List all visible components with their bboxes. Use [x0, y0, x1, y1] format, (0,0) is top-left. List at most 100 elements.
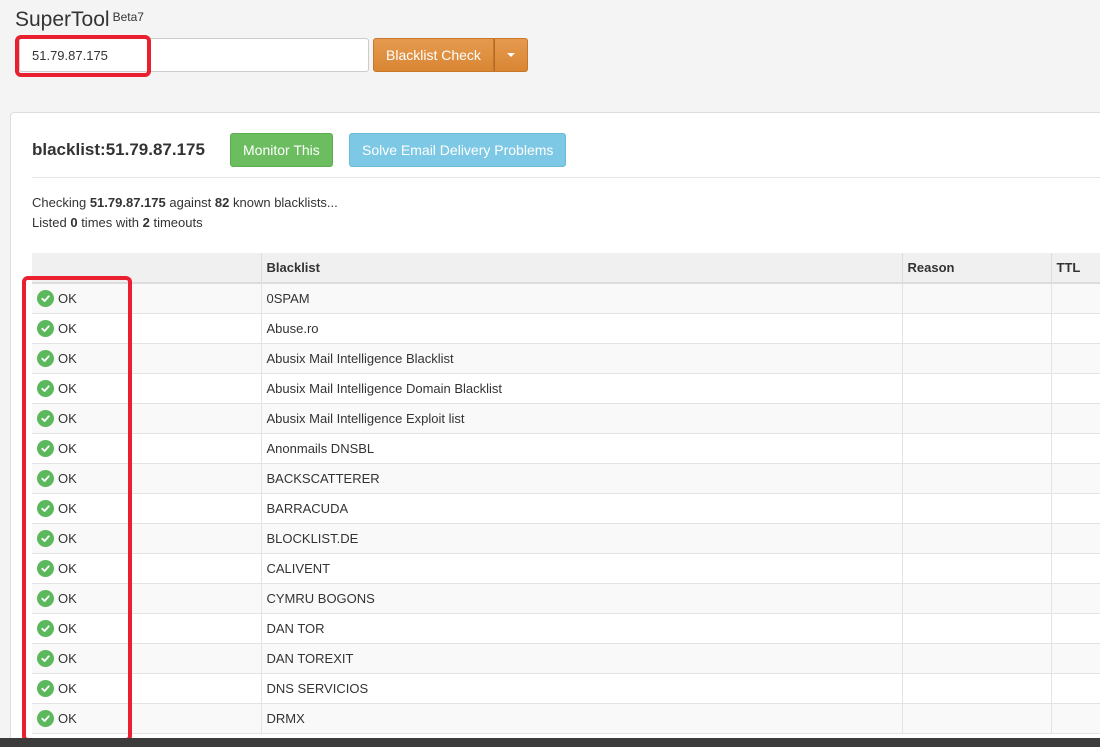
blacklist-name-cell: DNS SERVICIOS	[260, 673, 902, 704]
check-circle-icon	[37, 709, 54, 727]
reason-cell	[901, 463, 1051, 494]
check-circle-icon	[37, 529, 54, 547]
reason-cell	[901, 493, 1051, 524]
blacklist-table: Blacklist Reason TTL OK 0SPAM OK Abuse.ro OK…	[32, 253, 1100, 734]
reason-cell	[901, 613, 1051, 644]
status-text: OK	[58, 620, 77, 636]
ttl-cell	[1050, 613, 1100, 644]
status-text: OK	[58, 590, 77, 606]
listed-prefix: Listed	[32, 215, 67, 230]
status-cell: OK	[32, 583, 261, 614]
check-circle-icon	[37, 319, 54, 337]
times-with-text: times with	[81, 215, 139, 230]
blacklist-name-cell: CYMRU BOGONS	[260, 583, 902, 614]
dropdown-toggle-button[interactable]	[493, 38, 528, 72]
table-row: OK Abusix Mail Intelligence Blacklist	[32, 343, 1100, 374]
blacklist-name-cell: Abuse.ro	[260, 313, 902, 344]
check-circle-icon	[37, 349, 54, 367]
solve-email-delivery-button[interactable]: Solve Email Delivery Problems	[349, 133, 567, 167]
search-box[interactable]	[19, 38, 369, 72]
listed-summary: Listed 0 times with 2 timeouts	[32, 215, 203, 230]
blacklist-name-cell: BARRACUDA	[260, 493, 902, 524]
table-row: OK Abusix Mail Intelligence Domain Blackl…	[32, 373, 1100, 404]
table-row: OK DAN TOR	[32, 613, 1100, 644]
known-blacklists-text: known blacklists...	[233, 195, 338, 210]
ttl-cell	[1050, 493, 1100, 524]
status-cell: OK	[32, 613, 261, 644]
reason-cell	[901, 643, 1051, 674]
beta-label: Beta7	[112, 10, 144, 24]
status-cell: OK	[32, 403, 261, 434]
checked-ip: 51.79.87.175	[89, 195, 166, 210]
status-text: OK	[58, 710, 77, 726]
table-row: OK DAN TOREXIT	[32, 643, 1100, 674]
app-title: SuperTool	[15, 8, 110, 31]
ttl-cell	[1050, 583, 1100, 614]
reason-cell	[901, 373, 1051, 404]
blacklist-name-cell: Anonmails DNSBL	[260, 433, 902, 464]
status-text: OK	[58, 440, 77, 456]
ttl-cell	[1050, 433, 1100, 464]
header-reason[interactable]: Reason	[901, 253, 1051, 284]
checking-summary: Checking 51.79.87.175 against 82 known b…	[32, 195, 338, 210]
check-circle-icon	[37, 469, 54, 487]
reason-cell	[901, 523, 1051, 554]
table-row: OK DNS SERVICIOS	[32, 673, 1100, 704]
header-blacklist[interactable]: Blacklist	[260, 253, 902, 284]
status-text: OK	[58, 380, 77, 396]
blacklist-name-cell: Abusix Mail Intelligence Exploit list	[260, 403, 902, 434]
table-row: OK BARRACUDA	[32, 493, 1100, 524]
ttl-cell	[1050, 463, 1100, 494]
status-cell: OK	[32, 313, 261, 344]
check-circle-icon	[37, 409, 54, 427]
blacklist-check-button[interactable]: Blacklist Check	[373, 38, 494, 72]
status-text: OK	[58, 290, 77, 306]
check-circle-icon	[37, 379, 54, 397]
status-cell: OK	[32, 373, 261, 404]
ttl-cell	[1050, 283, 1100, 314]
table-row: OK 0SPAM	[32, 283, 1100, 314]
reason-cell	[901, 673, 1051, 704]
against-text: against	[169, 195, 212, 210]
check-circle-icon	[37, 679, 54, 697]
caret-down-icon	[506, 53, 515, 57]
table-row: OK BACKSCATTERER	[32, 463, 1100, 494]
check-circle-icon	[37, 289, 54, 307]
check-circle-icon	[37, 499, 54, 517]
ttl-cell	[1050, 313, 1100, 344]
status-cell: OK	[32, 433, 261, 464]
blacklist-name-cell: DAN TOR	[260, 613, 902, 644]
blacklist-name-cell: DRMX	[260, 703, 902, 734]
reason-cell	[901, 553, 1051, 584]
status-text: OK	[58, 560, 77, 576]
reason-cell	[901, 433, 1051, 464]
ttl-cell	[1050, 703, 1100, 734]
timeouts-text: timeouts	[153, 215, 203, 230]
check-circle-icon	[37, 649, 54, 667]
ttl-cell	[1050, 643, 1100, 674]
header-ttl[interactable]: TTL	[1050, 253, 1100, 284]
check-button-group: Blacklist Check	[373, 38, 528, 72]
result-title: blacklist:51.79.87.175	[32, 140, 205, 159]
status-cell: OK	[32, 343, 261, 374]
status-text: OK	[58, 650, 77, 666]
checking-prefix: Checking	[32, 195, 87, 210]
blacklist-name-cell: Abusix Mail Intelligence Blacklist	[260, 343, 902, 374]
check-circle-icon	[37, 589, 54, 607]
status-text: OK	[58, 470, 77, 486]
reason-cell	[901, 313, 1051, 344]
search-input[interactable]	[20, 39, 368, 71]
header-status	[32, 253, 261, 284]
status-text: OK	[58, 530, 77, 546]
blacklist-name-cell: BLOCKLIST.DE	[260, 523, 902, 554]
status-cell: OK	[32, 283, 261, 314]
status-cell: OK	[32, 463, 261, 494]
table-row: OK BLOCKLIST.DE	[32, 523, 1100, 554]
blacklist-name-cell: 0SPAM	[260, 283, 902, 314]
ttl-cell	[1050, 343, 1100, 374]
blacklist-name-cell: CALIVENT	[260, 553, 902, 584]
ttl-cell	[1050, 673, 1100, 704]
check-circle-icon	[37, 619, 54, 637]
status-text: OK	[58, 500, 77, 516]
monitor-this-button[interactable]: Monitor This	[230, 133, 333, 167]
